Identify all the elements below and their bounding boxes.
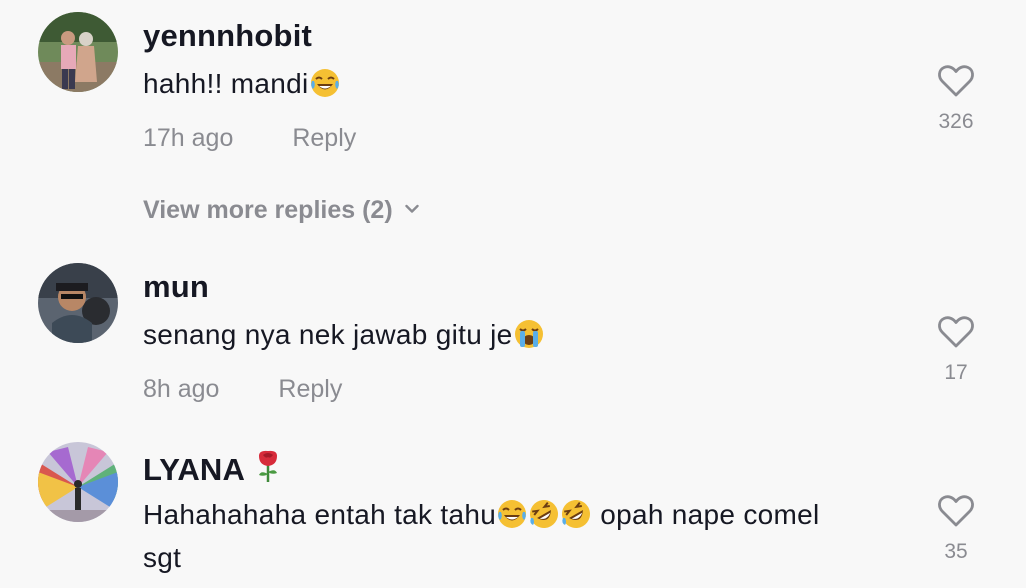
- comment-text: Hahahahaha entah tak tahu opah nape come…: [143, 493, 903, 579]
- rose-emoji: [259, 450, 278, 482]
- username[interactable]: yennnhobit: [143, 18, 312, 54]
- username-text: LYANA: [143, 452, 246, 487]
- comment-meta: 8h ago Reply: [143, 375, 342, 404]
- timestamp: 8h ago: [143, 375, 220, 403]
- rolling-on-the-floor-laughing-emoji: [562, 500, 591, 528]
- face-with-tears-of-joy-emoji: [310, 69, 339, 97]
- comment-text: hahh!! mandi: [143, 62, 903, 105]
- heart-outline-icon[interactable]: [937, 64, 975, 98]
- avatar[interactable]: [38, 12, 118, 92]
- like-count: 17: [944, 361, 968, 384]
- reply-button[interactable]: Reply: [292, 124, 356, 152]
- view-more-replies-label: View more replies (2): [143, 196, 393, 224]
- heart-outline-icon[interactable]: [937, 494, 975, 528]
- comment-text-line2: sgt: [143, 542, 182, 573]
- username[interactable]: mun: [143, 269, 209, 305]
- reply-button[interactable]: Reply: [278, 375, 342, 403]
- heart-outline-icon[interactable]: [937, 315, 975, 349]
- comment-text-body: hahh!! mandi: [143, 68, 309, 99]
- chevron-down-icon: [404, 204, 419, 213]
- comment-text-body: senang nya nek jawab gitu je: [143, 319, 513, 350]
- username[interactable]: LYANA: [143, 448, 283, 488]
- avatar[interactable]: [38, 263, 118, 343]
- rolling-on-the-floor-laughing-emoji: [530, 500, 559, 528]
- comment-text-tail: opah nape comel: [592, 499, 820, 530]
- view-more-replies-button[interactable]: View more replies (2): [143, 196, 419, 225]
- like-count: 35: [944, 540, 968, 563]
- comment-text-body: Hahahahaha entah tak tahu: [143, 499, 497, 530]
- like-count: 326: [938, 110, 974, 133]
- comment-item: LYANA Hahahahaha entah tak tahu opah nap…: [0, 430, 1026, 588]
- comment-meta: 17h ago Reply: [143, 124, 356, 153]
- like-button[interactable]: 35: [926, 494, 986, 564]
- like-button[interactable]: 17: [926, 315, 986, 385]
- comment-item: mun senang nya nek jawab gitu je 8h ago …: [0, 250, 1026, 430]
- comment-text: senang nya nek jawab gitu je: [143, 313, 903, 356]
- timestamp: 17h ago: [143, 124, 234, 152]
- comment-item: yennnhobit hahh!! mandi 17h ago Reply 32…: [0, 0, 1026, 250]
- like-button[interactable]: 326: [926, 64, 986, 134]
- face-with-tears-of-joy-emoji: [498, 500, 527, 528]
- avatar[interactable]: [38, 442, 118, 522]
- loudly-crying-face-emoji: [514, 320, 543, 348]
